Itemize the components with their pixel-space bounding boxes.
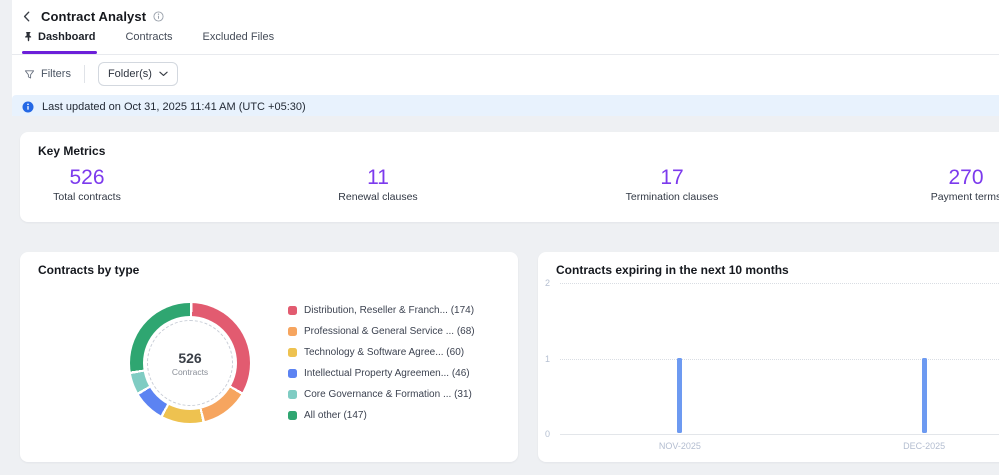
- divider: [83, 65, 85, 83]
- contracts-by-type-title: Contracts by type: [38, 263, 140, 277]
- gridline: [560, 358, 999, 360]
- donut-chart[interactable]: 526 Contracts: [130, 303, 250, 423]
- metric-total-contracts: 526 Total contracts: [53, 166, 121, 203]
- legend-label: Intellectual Property Agreemen... (46): [304, 368, 470, 379]
- legend-label: All other (147): [304, 410, 367, 421]
- expiring-contracts-title: Contracts expiring in the next 10 months: [556, 263, 789, 277]
- back-button[interactable]: [22, 11, 32, 22]
- header: Contract Analyst: [12, 0, 999, 26]
- legend-item[interactable]: Technology & Software Agree... (60): [288, 342, 475, 363]
- expiring-contracts-card: Contracts expiring in the next 10 months…: [538, 252, 999, 462]
- filters-bar: Filters Folder(s): [12, 55, 999, 87]
- tab-contracts[interactable]: Contracts: [123, 28, 174, 54]
- dashed-ring: [147, 320, 233, 406]
- y-tick-label: 1: [545, 353, 551, 364]
- info-circle-icon: [22, 101, 34, 113]
- tab-label: Dashboard: [38, 31, 96, 43]
- y-tick-label: 2: [545, 278, 551, 288]
- tab-dashboard[interactable]: Dashboard: [22, 28, 98, 54]
- metric-termination-clauses: 17 Termination clauses: [626, 166, 719, 203]
- pin-icon: [25, 32, 32, 42]
- bar-DEC-2025[interactable]: [921, 357, 927, 433]
- legend-label: Core Governance & Formation ... (31): [304, 389, 472, 400]
- legend-marker: [288, 390, 297, 399]
- contracts-by-type-card: Contracts by type 526 Contracts Distribu…: [20, 252, 518, 462]
- metric-label: Total contracts: [53, 191, 121, 204]
- metric-value: 17: [660, 166, 684, 189]
- tab-excluded-files[interactable]: Excluded Files: [201, 28, 277, 54]
- tab-label: Contracts: [125, 31, 173, 43]
- legend-item[interactable]: Distribution, Reseller & Franch... (174): [288, 300, 475, 321]
- legend-marker: [288, 411, 297, 420]
- legend-marker: [288, 306, 297, 315]
- legend-item[interactable]: Intellectual Property Agreemen... (46): [288, 363, 475, 384]
- donut-center: 526 Contracts: [143, 316, 237, 410]
- x-axis-label: NOV-2025: [658, 441, 701, 451]
- gridline: [560, 434, 999, 435]
- tabs: Dashboard Contracts Excluded Files: [12, 28, 999, 55]
- dashboard-body: Key Metrics 526 Total contracts 11 Renew…: [0, 116, 999, 475]
- metric-payment-terms: 270 Payment terms: [931, 166, 999, 203]
- metric-value: 270: [948, 166, 984, 189]
- filters-label: Filters: [41, 68, 71, 80]
- legend-label: Technology & Software Agree... (60): [304, 347, 465, 358]
- metric-label: Termination clauses: [625, 191, 719, 204]
- legend-item[interactable]: All other (147): [288, 405, 475, 426]
- tab-label: Excluded Files: [202, 31, 275, 43]
- key-metrics-card: Key Metrics 526 Total contracts 11 Renew…: [20, 132, 999, 222]
- filter-funnel-icon: [24, 69, 35, 78]
- metric-label: Payment terms: [930, 191, 999, 204]
- page-title: Contract Analyst: [41, 9, 147, 24]
- legend-marker: [288, 327, 297, 336]
- last-updated-text: Last updated on Oct 31, 2025 11:41 AM (U…: [42, 101, 306, 113]
- info-icon[interactable]: [153, 11, 164, 22]
- bar-NOV-2025[interactable]: [677, 357, 683, 433]
- legend-label: Distribution, Reseller & Franch... (174): [304, 305, 475, 316]
- metric-renewal-clauses: 11 Renewal clauses: [338, 166, 417, 203]
- legend-item[interactable]: Professional & General Service ... (68): [288, 321, 475, 342]
- metric-value: 11: [367, 166, 389, 189]
- y-tick-label: 0: [545, 429, 551, 439]
- chevron-left-icon: [23, 11, 30, 22]
- top-panel: Contract Analyst Dashboard Contracts Exc…: [12, 0, 999, 119]
- legend-marker: [288, 348, 297, 357]
- legend-item[interactable]: Core Governance & Formation ... (31): [288, 384, 475, 405]
- bar-chart-plot[interactable]: [560, 283, 999, 435]
- x-axis-label: DEC-2025: [903, 441, 946, 451]
- donut-legend: Distribution, Reseller & Franch... (174)…: [288, 300, 475, 426]
- legend-label: Professional & General Service ... (68): [304, 326, 475, 337]
- folder-dropdown[interactable]: Folder(s): [97, 62, 178, 86]
- chevron-down-icon: [159, 71, 168, 77]
- gridline: [560, 283, 999, 284]
- metric-value: 526: [69, 166, 105, 189]
- legend-marker: [288, 369, 297, 378]
- folder-dropdown-label: Folder(s): [107, 68, 152, 80]
- metric-label: Renewal clauses: [338, 191, 418, 204]
- filters-button[interactable]: Filters: [24, 68, 71, 80]
- key-metrics-title: Key Metrics: [38, 144, 106, 158]
